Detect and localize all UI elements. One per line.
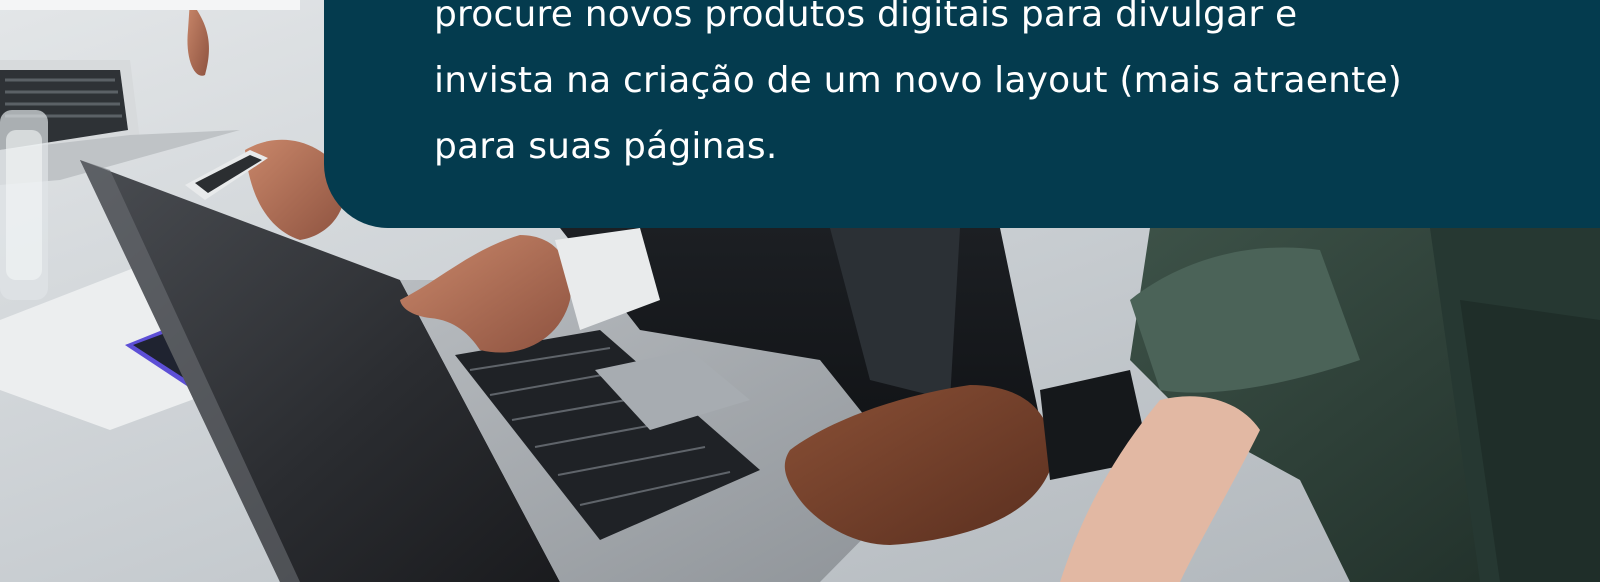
callout-line-3: para suas páginas. xyxy=(434,126,778,167)
white-corner-strip xyxy=(0,0,300,10)
callout-line-2: invista na criação de um novo layout (ma… xyxy=(434,60,1403,101)
callout-line-1: procure novos produtos digitais para div… xyxy=(434,0,1298,35)
page: procure novos produtos digitais para div… xyxy=(0,0,1600,582)
callout-paragraph: procure novos produtos digitais para div… xyxy=(434,0,1474,180)
text-callout-box: procure novos produtos digitais para div… xyxy=(324,0,1600,228)
